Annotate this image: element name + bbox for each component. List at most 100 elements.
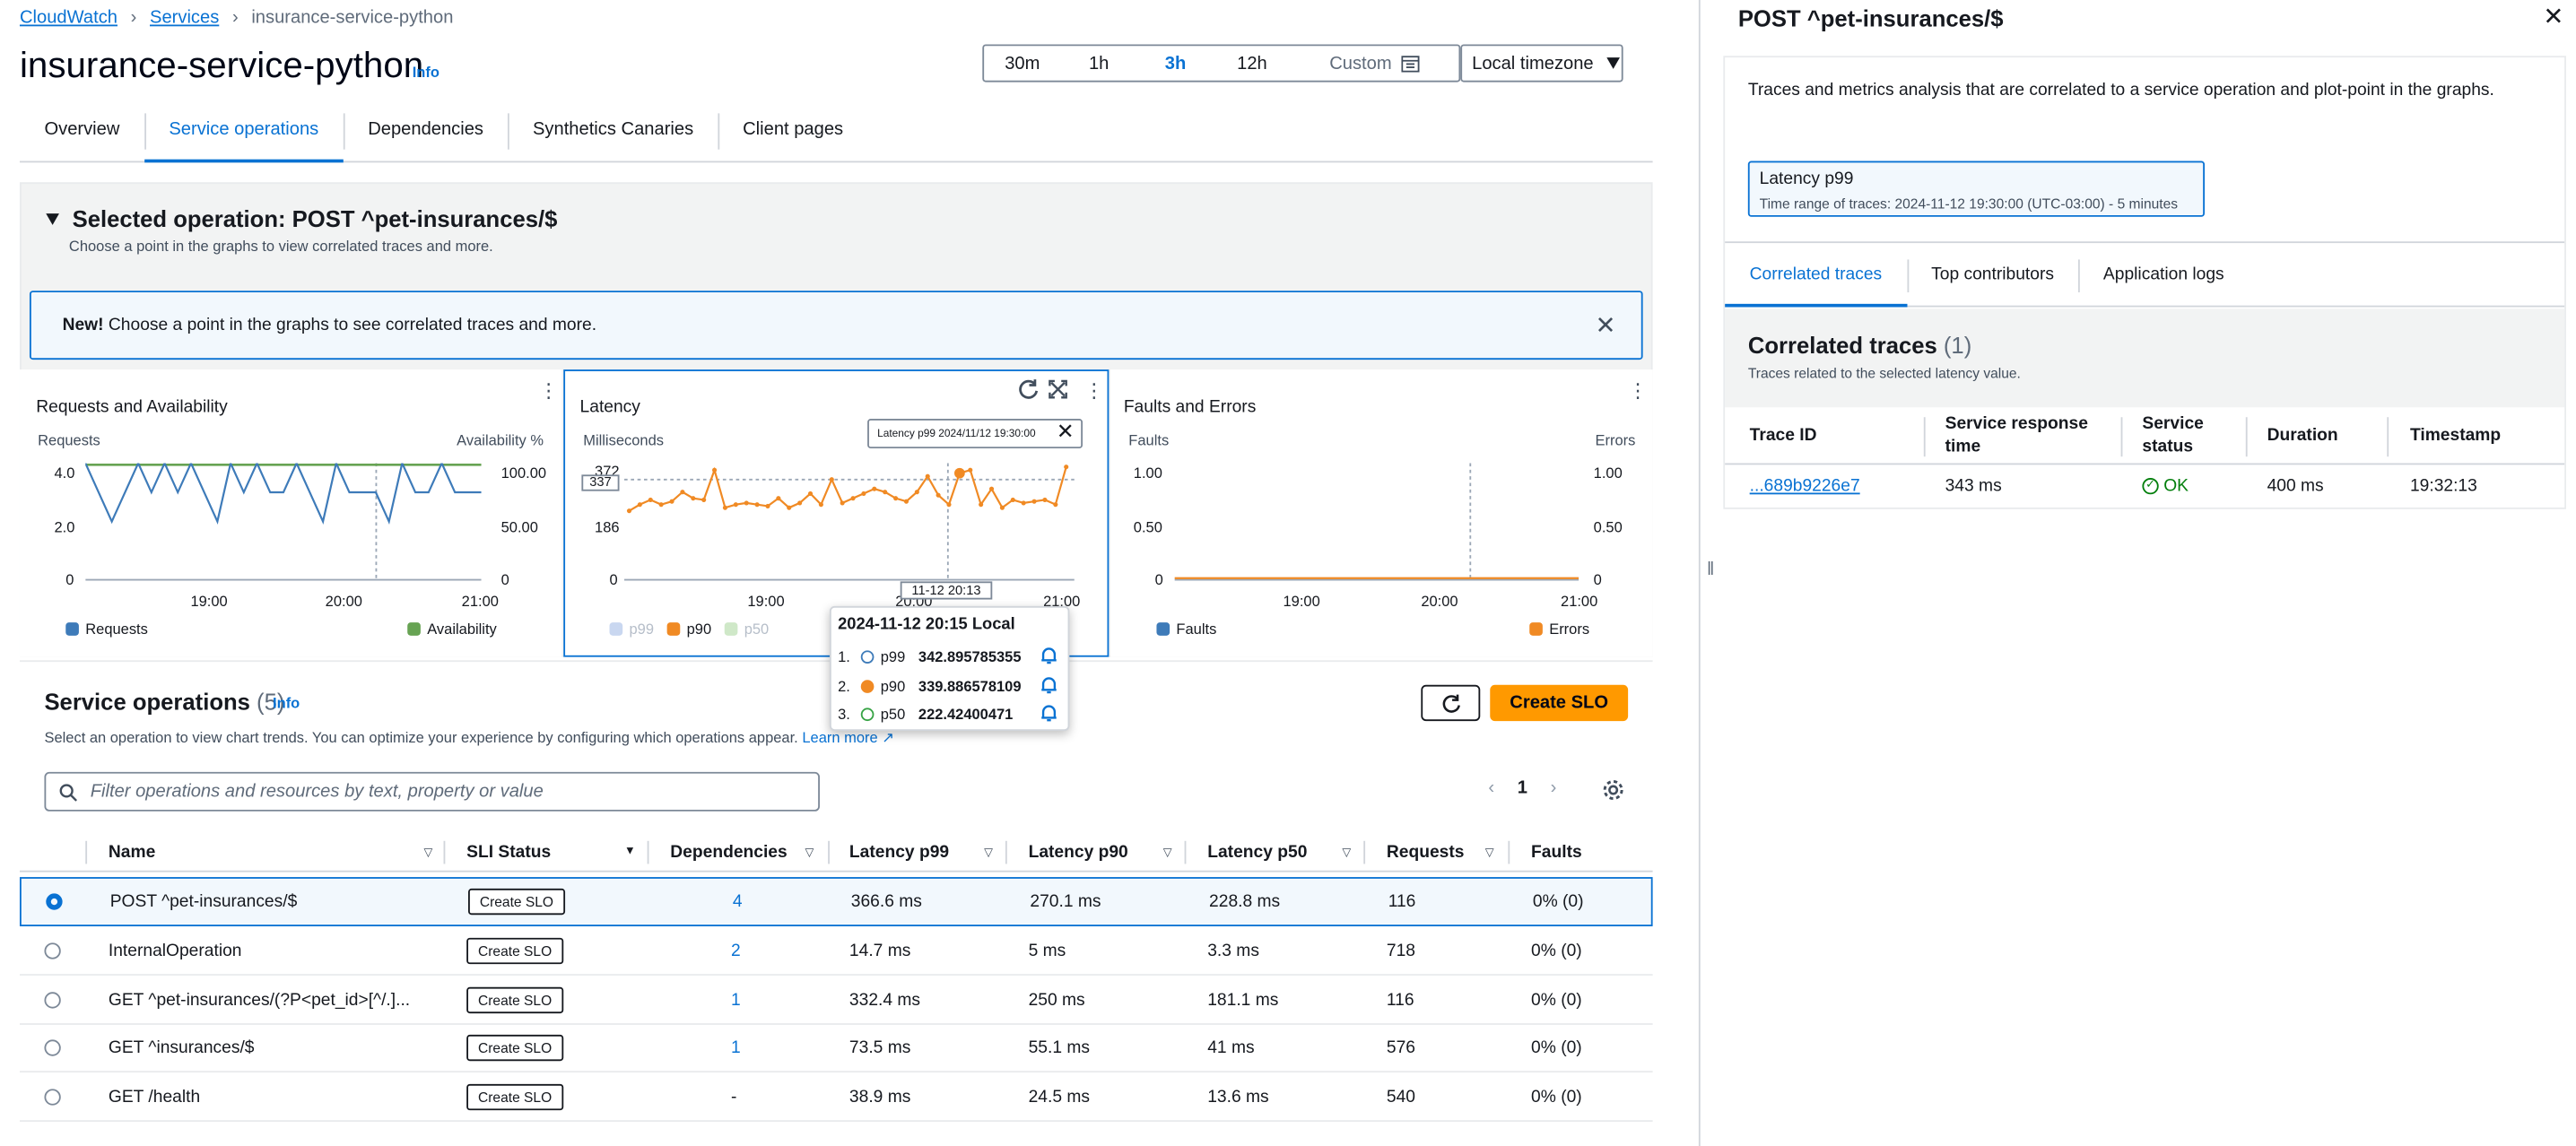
close-icon[interactable]: ✕ [2543, 2, 2563, 31]
row-radio[interactable] [44, 926, 61, 974]
column-header-dependencies[interactable]: Dependencies [670, 833, 787, 871]
gear-icon[interactable] [1602, 778, 1625, 802]
create-slo-row-button[interactable]: Create SLO [466, 1033, 564, 1061]
p90-point[interactable] [712, 467, 718, 473]
sort-icon[interactable]: ▽ [805, 846, 814, 859]
p90-point[interactable] [744, 500, 749, 506]
sort-icon[interactable]: ▽ [1163, 846, 1172, 859]
row-radio[interactable] [44, 1072, 61, 1120]
sort-icon[interactable]: ▽ [424, 846, 433, 859]
table-row[interactable]: GET /health Create SLO - 38.9 ms 24.5 ms… [19, 1072, 1653, 1122]
cell-dependencies[interactable]: 2 [731, 926, 741, 974]
learn-more-link[interactable]: Learn more ↗ [802, 729, 894, 745]
p90-point[interactable] [765, 503, 770, 508]
chevron-right-icon[interactable]: › [1551, 778, 1557, 798]
time-range-30m[interactable]: 30m [984, 46, 1060, 80]
refresh-icon[interactable] [1017, 378, 1040, 401]
time-range-custom[interactable]: Custom [1291, 46, 1459, 80]
bell-icon[interactable] [1040, 646, 1057, 665]
p90-point[interactable] [903, 499, 909, 504]
more-options-icon[interactable]: ⋮ [1628, 379, 1648, 403]
trace-id-link[interactable]: ...689b9226e7 [1750, 464, 1860, 506]
p90-point[interactable] [840, 500, 845, 506]
sort-icon[interactable]: ▽ [1342, 846, 1351, 859]
cell-dependencies[interactable]: 1 [731, 1023, 741, 1071]
column-header-latency-p50[interactable]: Latency p50 [1207, 833, 1307, 871]
bell-icon[interactable] [1040, 675, 1057, 695]
time-range-1h[interactable]: 1h [1060, 46, 1136, 80]
legend-p99[interactable]: p99 [609, 621, 654, 638]
filter-input[interactable]: Filter operations and resources by text,… [44, 771, 820, 812]
tab-client-pages[interactable]: Client pages [718, 99, 868, 161]
p90-point[interactable] [680, 490, 685, 495]
close-icon[interactable]: ✕ [1057, 419, 1075, 445]
selected-operation-toggle[interactable]: Selected operation: POST ^pet-insurances… [46, 205, 557, 231]
column-header-name[interactable]: Name [109, 833, 155, 871]
time-range-12h[interactable]: 12h [1214, 46, 1290, 80]
breadcrumb-cloudwatch[interactable]: CloudWatch [20, 8, 117, 28]
tab-application-logs[interactable]: Application logs [2078, 243, 2249, 306]
tab-service-operations[interactable]: Service operations [144, 99, 344, 163]
create-slo-row-button[interactable]: Create SLO [466, 985, 564, 1013]
table-row[interactable]: GET ^insurances/$ Create SLO 1 73.5 ms 5… [19, 1023, 1653, 1073]
p90-point[interactable] [1064, 464, 1069, 470]
legend-faults[interactable]: Faults [1156, 621, 1216, 638]
p90-point[interactable] [776, 496, 781, 501]
refresh-button[interactable] [1421, 684, 1481, 722]
p90-point[interactable] [1042, 497, 1048, 502]
p90-point[interactable] [850, 496, 856, 501]
sort-icon[interactable]: ▽ [984, 846, 993, 859]
column-header-latency-p99[interactable]: Latency p99 [849, 833, 949, 871]
create-slo-row-button[interactable]: Create SLO [466, 1082, 564, 1110]
tab-top-contributors[interactable]: Top contributors [1906, 243, 2079, 306]
close-icon[interactable]: ✕ [1595, 310, 1615, 340]
legend-requests[interactable]: Requests [65, 621, 148, 638]
p90-point[interactable] [818, 502, 823, 508]
p90-point[interactable] [787, 505, 792, 510]
sort-icon[interactable]: ▽ [1485, 846, 1494, 859]
p90-point[interactable] [648, 497, 653, 502]
p90-point[interactable] [637, 502, 642, 508]
p90-point[interactable] [925, 473, 930, 479]
p90-point[interactable] [669, 499, 674, 504]
p90-point[interactable] [1021, 500, 1026, 506]
row-radio[interactable] [44, 976, 61, 1023]
p90-point[interactable] [883, 490, 888, 495]
row-radio[interactable] [46, 879, 63, 925]
p90-point[interactable] [988, 486, 995, 491]
cell-dependencies[interactable]: 1 [731, 976, 741, 1023]
resize-handle-icon[interactable]: ‖ [1707, 560, 1714, 580]
sort-desc-icon[interactable]: ▼ [624, 846, 636, 857]
p90-point[interactable] [626, 508, 632, 514]
p90-point[interactable] [829, 477, 834, 482]
breadcrumb-services[interactable]: Services [150, 8, 219, 28]
create-slo-button[interactable]: Create SLO [1490, 684, 1629, 722]
p90-point[interactable] [968, 467, 973, 473]
page-number[interactable]: 1 [1518, 778, 1527, 798]
faults-chart-svg[interactable] [1174, 463, 1580, 582]
chevron-left-icon[interactable]: ‹ [1488, 778, 1494, 798]
table-row[interactable]: InternalOperation Create SLO 2 14.7 ms 5… [19, 926, 1653, 976]
p90-point[interactable] [979, 502, 984, 508]
info-link[interactable]: Info [413, 64, 439, 80]
p90-point[interactable] [722, 505, 728, 510]
column-header-sli-status[interactable]: SLI Status [466, 833, 551, 871]
more-options-icon[interactable]: ⋮ [1084, 379, 1104, 403]
p90-point[interactable] [754, 502, 760, 508]
p90-point[interactable] [1053, 502, 1058, 508]
tab-synthetics-canaries[interactable]: Synthetics Canaries [508, 99, 718, 161]
tab-dependencies[interactable]: Dependencies [343, 99, 509, 161]
bell-icon[interactable] [1040, 703, 1057, 723]
column-header-faults[interactable]: Faults [1531, 833, 1582, 871]
p90-point[interactable] [797, 500, 803, 506]
legend-p90[interactable]: p90 [666, 621, 711, 638]
p90-point[interactable] [1010, 497, 1015, 502]
more-options-icon[interactable]: ⋮ [539, 379, 559, 403]
legend-errors[interactable]: Errors [1529, 621, 1589, 638]
p90-point[interactable] [1031, 499, 1037, 504]
p90-point[interactable] [733, 502, 738, 508]
timezone-select[interactable]: Local timezone [1460, 44, 1623, 82]
requests-chart-svg[interactable] [85, 463, 482, 582]
p90-point[interactable] [807, 491, 814, 496]
tab-correlated-traces[interactable]: Correlated traces [1725, 243, 1906, 308]
